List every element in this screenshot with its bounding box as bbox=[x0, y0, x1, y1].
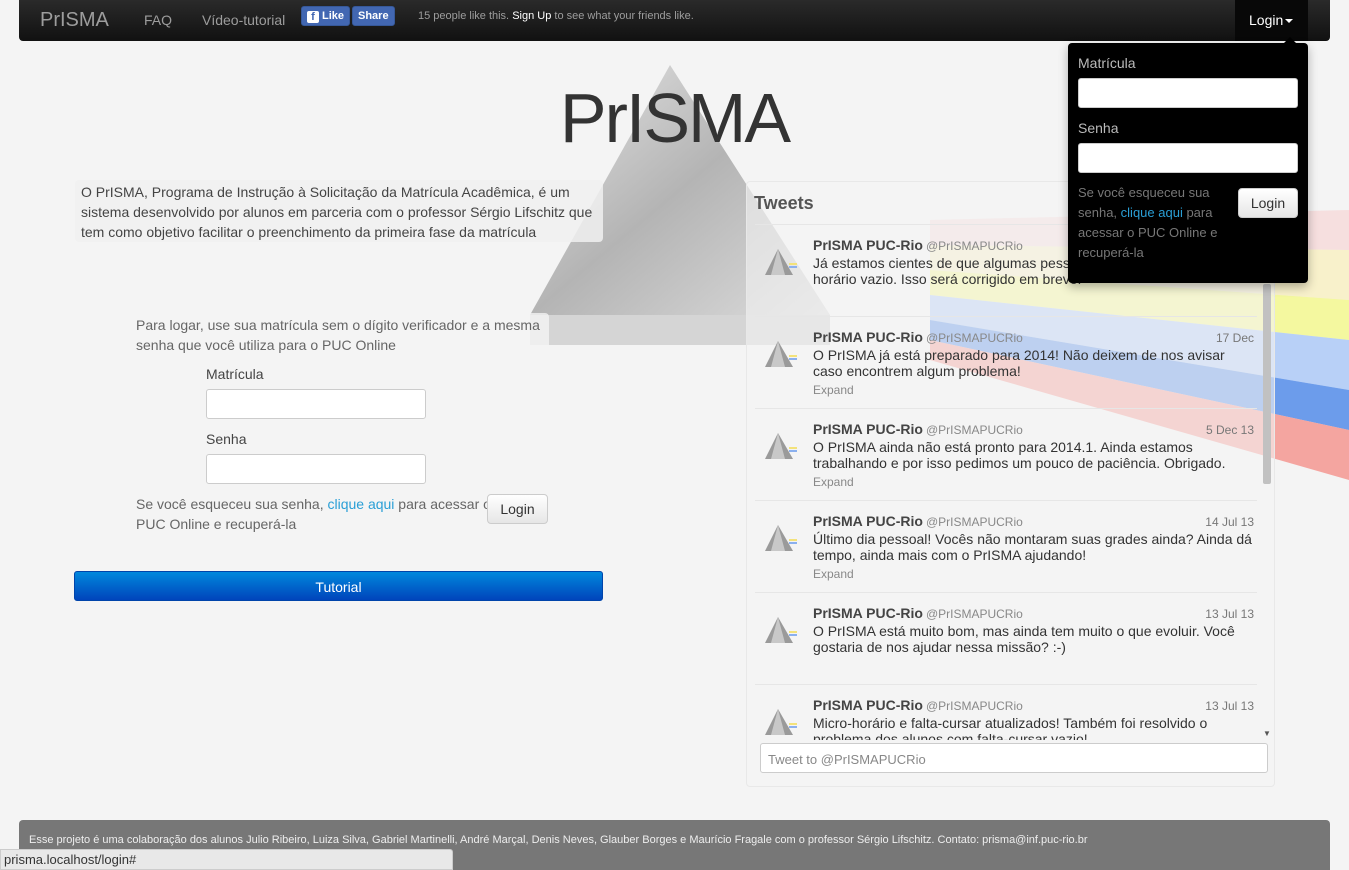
login-dropdown-toggle[interactable]: Login bbox=[1235, 0, 1308, 41]
senha-label: Senha bbox=[206, 431, 247, 447]
tweet-expand-link[interactable]: Expand bbox=[813, 567, 854, 581]
caret-down-icon bbox=[1285, 19, 1294, 23]
fb-signup-suffix: to see what your friends like. bbox=[554, 10, 694, 22]
dropdown-senha-input[interactable] bbox=[1078, 143, 1298, 173]
tweet-author[interactable]: PrISMA PUC-Rio @PrISMAPUCRio bbox=[813, 237, 1023, 253]
tweet-author[interactable]: PrISMA PUC-Rio @PrISMAPUCRio bbox=[813, 697, 1023, 713]
login-panel: Para logar, use sua matrícula sem o dígi… bbox=[128, 313, 549, 563]
senha-input[interactable] bbox=[206, 454, 426, 484]
tweet-date[interactable]: 14 Jul 13 bbox=[1205, 515, 1254, 529]
tweet-expand-link[interactable]: Expand bbox=[813, 475, 854, 489]
forgot-password-help: Se você esqueceu sua senha, clique aqui … bbox=[136, 494, 491, 534]
avatar[interactable] bbox=[761, 243, 799, 281]
recover-password-link[interactable]: clique aqui bbox=[327, 496, 394, 512]
avatar[interactable] bbox=[761, 335, 799, 373]
login-button[interactable]: Login bbox=[487, 494, 548, 524]
tweet-handle: @PrISMAPUCRio bbox=[925, 239, 1023, 253]
facebook-like-count: 15 people like this. Sign Up to see what… bbox=[418, 10, 694, 22]
tweet-item[interactable]: PrISMA PUC-Rio @PrISMAPUCRio 5 Dec 13 O P… bbox=[755, 408, 1257, 500]
tweet-item[interactable]: PrISMA PUC-Rio @PrISMAPUCRio 17 Dec O PrI… bbox=[755, 316, 1257, 408]
dropdown-login-button[interactable]: Login bbox=[1238, 188, 1298, 218]
fb-count-text: 15 people like this. bbox=[418, 10, 510, 22]
top-navbar: PrISMA FAQ Vídeo-tutorial f Like Share 15… bbox=[19, 0, 1330, 41]
avatar[interactable] bbox=[761, 611, 799, 649]
tweet-date[interactable]: 5 Dec 13 bbox=[1206, 423, 1254, 437]
tweet-author-name: PrISMA PUC-Rio bbox=[813, 421, 923, 437]
matricula-label: Matrícula bbox=[206, 366, 264, 382]
tweet-handle: @PrISMAPUCRio bbox=[925, 699, 1023, 713]
nav-link-video-tutorial[interactable]: Vídeo-tutorial bbox=[202, 12, 285, 28]
browser-status-url: prisma.localhost/login# bbox=[0, 849, 453, 870]
tweet-handle: @PrISMAPUCRio bbox=[925, 423, 1023, 437]
dropdown-matricula-input[interactable] bbox=[1078, 78, 1298, 108]
footer-credits: Esse projeto é uma colaboração dos aluno… bbox=[29, 834, 1088, 846]
tweet-list[interactable]: PrISMA PUC-Rio @PrISMAPUCRio Já estamos c… bbox=[755, 224, 1257, 740]
tweet-handle: @PrISMAPUCRio bbox=[925, 515, 1023, 529]
facebook-icon: f bbox=[307, 11, 319, 23]
tweet-item[interactable]: PrISMA PUC-Rio @PrISMAPUCRio 13 Jul 13 O … bbox=[755, 592, 1257, 684]
scrollbar-thumb[interactable] bbox=[1263, 284, 1271, 484]
avatar[interactable] bbox=[761, 703, 799, 740]
dropdown-forgot-password-help: Se você esqueceu sua senha, clique aqui … bbox=[1078, 183, 1238, 263]
tweet-text: O PrISMA ainda não está pronto para 2014… bbox=[813, 439, 1226, 471]
tweet-author-name: PrISMA PUC-Rio bbox=[813, 329, 923, 345]
tweet-date[interactable]: 13 Jul 13 bbox=[1205, 607, 1254, 621]
tweet-item[interactable]: PrISMA PUC-Rio @PrISMAPUCRio 13 Jul 13 Mi… bbox=[755, 684, 1257, 740]
tweet-date[interactable]: 13 Jul 13 bbox=[1205, 699, 1254, 713]
help-prefix: Se você esqueceu sua senha, bbox=[136, 496, 324, 512]
tweet-text: Micro-horário e falta-cursar atualizados… bbox=[813, 715, 1208, 740]
login-dropdown-menu: Matrícula Senha Se você esqueceu sua sen… bbox=[1068, 43, 1308, 283]
avatar[interactable] bbox=[761, 519, 799, 557]
tweet-text: O PrISMA já está preparado para 2014! Nã… bbox=[813, 347, 1225, 379]
tweet-author[interactable]: PrISMA PUC-Rio @PrISMAPUCRio bbox=[813, 421, 1023, 437]
facebook-like-button[interactable]: f Like bbox=[301, 6, 351, 26]
tweet-text: O PrISMA está muito bom, mas ainda tem m… bbox=[813, 623, 1235, 655]
tweet-list-scrollbar[interactable] bbox=[1261, 224, 1273, 740]
dropdown-matricula-label: Matrícula bbox=[1078, 55, 1136, 71]
facebook-like-label: Like bbox=[322, 10, 345, 22]
avatar[interactable] bbox=[761, 427, 799, 465]
tweet-author-name: PrISMA PUC-Rio bbox=[813, 697, 923, 713]
tweet-author[interactable]: PrISMA PUC-Rio @PrISMAPUCRio bbox=[813, 513, 1023, 529]
facebook-signup-link[interactable]: Sign Up bbox=[512, 10, 551, 22]
tutorial-button[interactable]: Tutorial bbox=[74, 571, 603, 601]
tweet-text: Último dia pessoal! Vocês não montaram s… bbox=[813, 531, 1252, 563]
tweet-handle: @PrISMAPUCRio bbox=[925, 331, 1023, 345]
tweet-author[interactable]: PrISMA PUC-Rio @PrISMAPUCRio bbox=[813, 329, 1023, 345]
facebook-share-button[interactable]: Share bbox=[352, 6, 395, 26]
login-instructions: Para logar, use sua matrícula sem o dígi… bbox=[136, 317, 540, 353]
tweet-author-name: PrISMA PUC-Rio bbox=[813, 237, 923, 253]
dropdown-senha-label: Senha bbox=[1078, 120, 1119, 136]
tweet-composer-input[interactable]: Tweet to @PrISMAPUCRio bbox=[760, 743, 1268, 773]
nav-link-faq[interactable]: FAQ bbox=[144, 12, 172, 28]
tweet-date[interactable]: 17 Dec bbox=[1216, 331, 1254, 345]
matricula-input[interactable] bbox=[206, 389, 426, 419]
brand-logo[interactable]: PrISMA bbox=[40, 9, 109, 32]
tweet-item[interactable]: PrISMA PUC-Rio @PrISMAPUCRio 14 Jul 13 Úl… bbox=[755, 500, 1257, 592]
tweet-expand-link[interactable]: Expand bbox=[813, 383, 854, 397]
tweets-title: Tweets bbox=[754, 193, 814, 213]
login-toggle-label: Login bbox=[1249, 12, 1284, 28]
scroll-down-arrow-icon[interactable]: ▼ bbox=[1263, 729, 1271, 738]
tweet-author[interactable]: PrISMA PUC-Rio @PrISMAPUCRio bbox=[813, 605, 1023, 621]
tweet-author-name: PrISMA PUC-Rio bbox=[813, 605, 923, 621]
tweet-handle: @PrISMAPUCRio bbox=[925, 607, 1023, 621]
tweet-author-name: PrISMA PUC-Rio bbox=[813, 513, 923, 529]
about-description: O PrISMA, Programa de Instrução à Solici… bbox=[75, 180, 603, 242]
dropdown-recover-password-link[interactable]: clique aqui bbox=[1121, 205, 1183, 220]
